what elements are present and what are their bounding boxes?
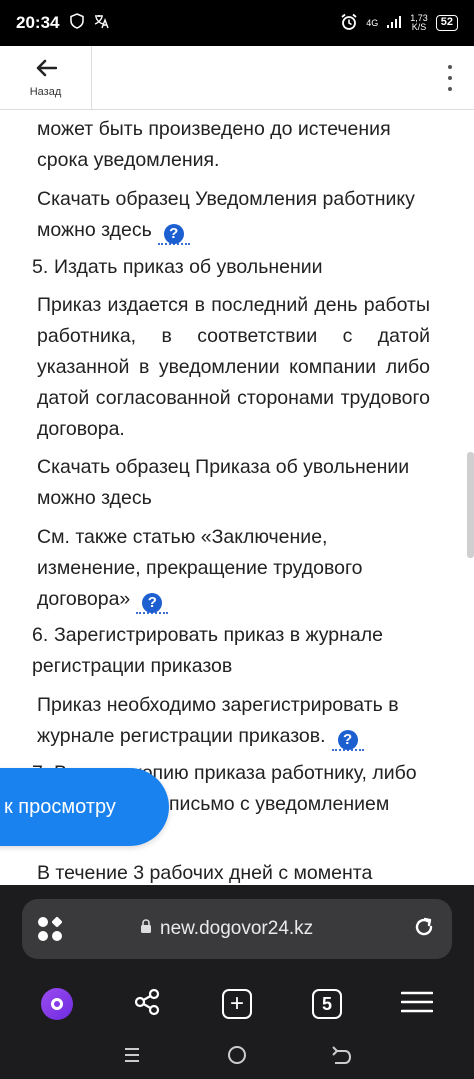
alice-icon	[41, 988, 73, 1020]
signal-icon	[386, 15, 402, 32]
paragraph-see-also: См. также статью «Заключение, изменение,…	[37, 522, 430, 615]
reload-icon	[412, 915, 436, 944]
lock-icon	[140, 919, 152, 939]
system-navigation-bar	[0, 1035, 474, 1079]
paragraph-download-order: Скачать образец Приказа об увольнении мо…	[37, 456, 410, 509]
translate-icon	[93, 13, 110, 34]
tabs-button[interactable]: 5	[303, 980, 351, 1028]
question-icon: ?	[142, 592, 163, 613]
paragraph: Приказ необходимо зарегистрировать в жур…	[37, 690, 430, 752]
paragraph-download-notice: Скачать образец Уведомления работнику мо…	[37, 184, 430, 246]
speed-indicator: 1,73 K/S	[410, 13, 428, 32]
alarm-icon	[340, 13, 358, 34]
more-vertical-icon	[448, 65, 452, 70]
url-text: new.dogovor24.kz	[160, 918, 314, 939]
status-time: 20:34	[16, 13, 60, 32]
share-button[interactable]	[123, 980, 171, 1028]
step-title: Зарегистрировать приказ в журнале регист…	[32, 624, 383, 677]
share-icon	[132, 987, 162, 1022]
address-bar[interactable]: new.dogovor24.kz	[22, 899, 452, 959]
tabs-count: 5	[312, 989, 342, 1019]
plus-icon: +	[222, 989, 252, 1019]
help-link[interactable]: ?	[157, 217, 190, 245]
paragraph: может быть произведено до истечения срок…	[37, 118, 391, 171]
home-button[interactable]	[217, 1037, 257, 1077]
services-grid-icon	[38, 916, 63, 941]
scrollbar-thumb[interactable]	[467, 452, 474, 558]
preview-button[interactable]: к просмотру	[0, 768, 169, 846]
shield-icon	[69, 12, 85, 34]
paragraph: В течение 3 рабочих дней с момента	[37, 862, 373, 884]
home-circle-icon	[226, 1044, 248, 1071]
back-button[interactable]: Назад	[0, 46, 92, 110]
services-button[interactable]	[22, 916, 78, 941]
paragraph: Приказ издается в последний день работы …	[37, 294, 430, 440]
system-back-button[interactable]	[322, 1037, 362, 1077]
step-6: 6. Зарегистрировать приказ в журнале реги…	[32, 624, 383, 677]
hamburger-icon	[400, 990, 434, 1019]
new-tab-button[interactable]: +	[213, 980, 261, 1028]
browser-toolbar: + 5	[0, 973, 474, 1035]
question-icon: ?	[337, 729, 358, 750]
recent-apps-button[interactable]	[112, 1037, 152, 1077]
battery-indicator: 52	[435, 15, 458, 31]
step-title: Издать приказ об увольнении	[54, 256, 323, 278]
status-bar: 20:34 4G 1,73 K/S 52	[0, 0, 474, 46]
back-return-icon	[331, 1045, 353, 1070]
step-5: 5. Издать приказ об увольнении	[32, 256, 323, 278]
recent-apps-icon	[122, 1045, 142, 1070]
network-indicator: 4G	[366, 17, 379, 28]
help-link[interactable]: ?	[331, 723, 364, 751]
browser-bottom-bar: new.dogovor24.kz + 5	[0, 885, 474, 1079]
question-icon: ?	[163, 223, 184, 244]
back-label: Назад	[29, 85, 62, 98]
browser-menu-button[interactable]	[393, 980, 441, 1028]
help-link[interactable]: ?	[136, 586, 169, 614]
more-menu-button[interactable]	[440, 62, 460, 94]
reload-button[interactable]	[396, 915, 452, 944]
arrow-left-icon	[35, 59, 57, 82]
app-header: Назад	[0, 46, 474, 110]
alice-assistant-button[interactable]	[33, 980, 81, 1028]
